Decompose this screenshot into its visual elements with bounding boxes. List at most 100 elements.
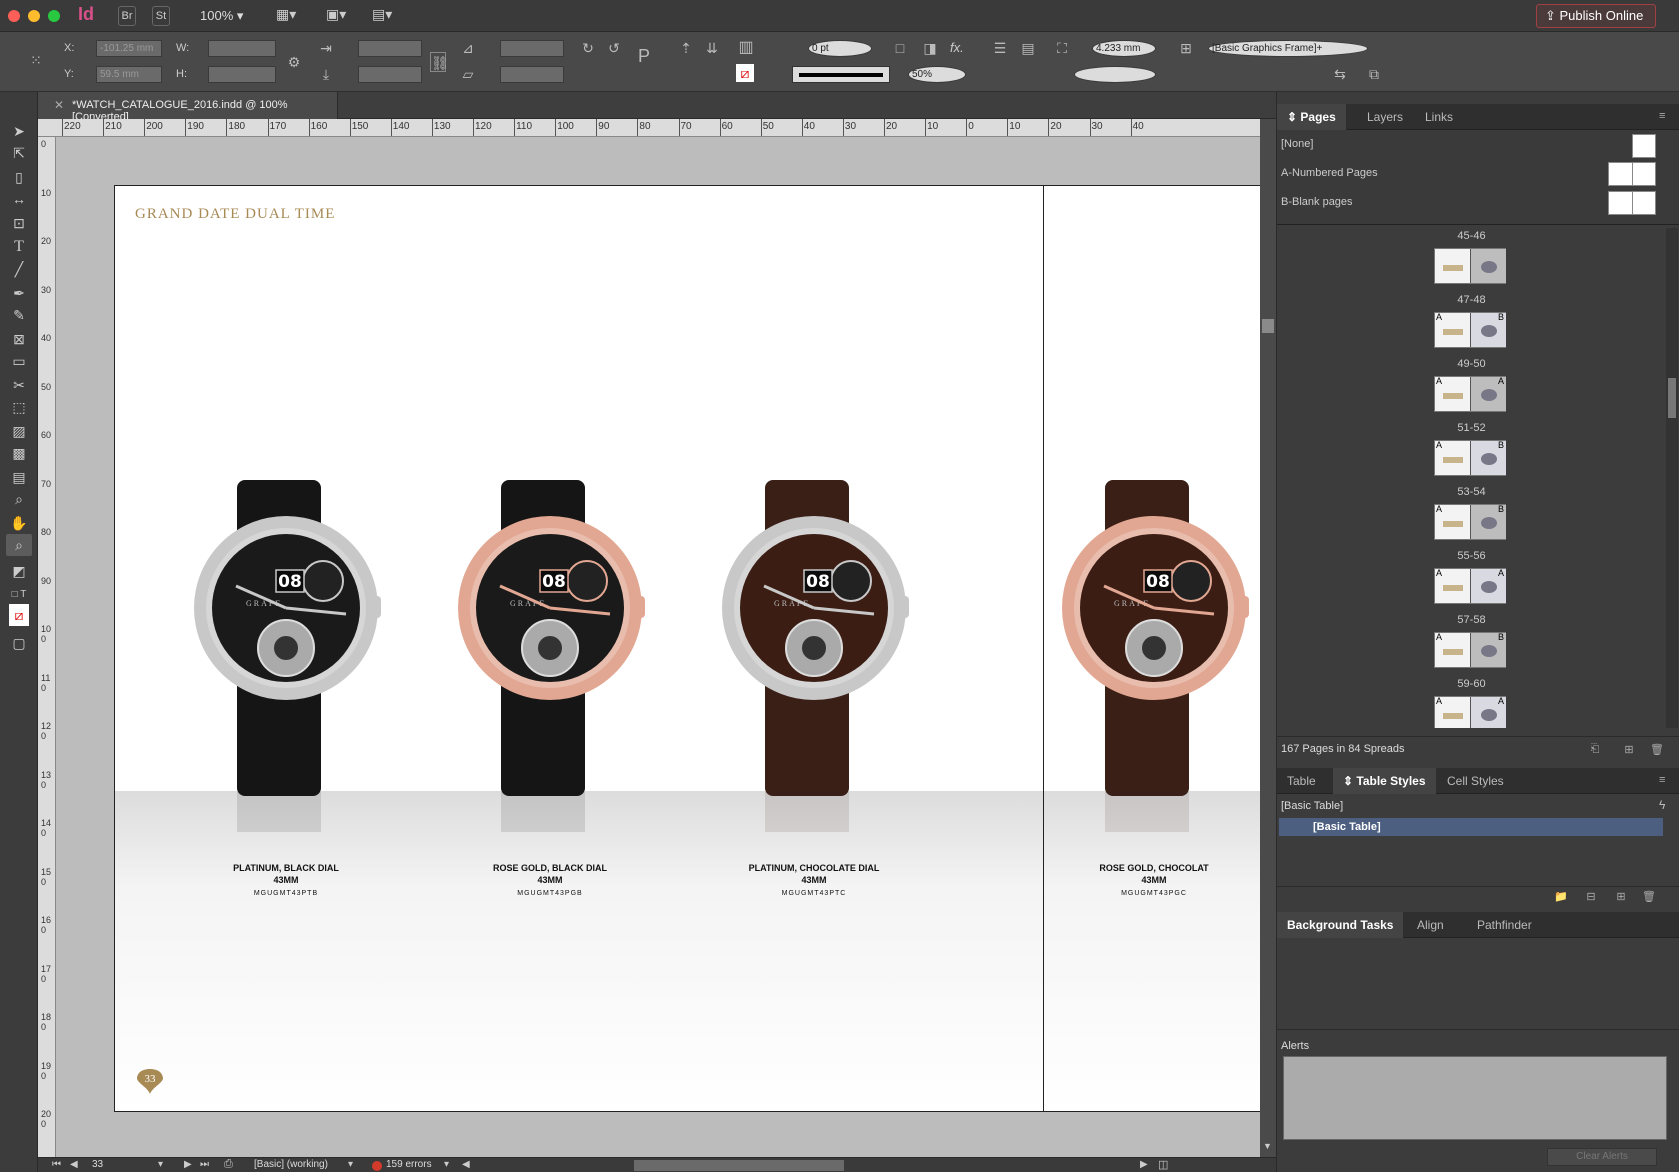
stroke-weight-field[interactable]: 0 pt xyxy=(808,40,872,57)
preflight-errors[interactable]: 159 errors xyxy=(386,1159,432,1170)
page-title[interactable]: GRAND DATE DUAL TIME xyxy=(135,206,335,223)
lightning-icon[interactable]: ϟ xyxy=(1659,798,1665,812)
spread-thumbnail[interactable] xyxy=(1434,248,1506,284)
select-container-icon[interactable]: ⇡ xyxy=(676,38,696,58)
master-b-blank[interactable]: B-Blank pages xyxy=(1281,196,1353,208)
page-number-field[interactable]: 33 xyxy=(92,1159,103,1170)
table-style-row[interactable]: [Basic Table] xyxy=(1279,818,1663,836)
zoom-tool-icon[interactable]: ⌕ xyxy=(6,534,32,556)
select-content-icon[interactable]: ⇊ xyxy=(702,38,722,58)
direct-selection-tool-icon[interactable]: ⇱ xyxy=(6,142,32,164)
delete-style-icon[interactable]: 🗑 xyxy=(1641,890,1657,904)
master-b-thumb[interactable] xyxy=(1608,191,1656,215)
formatting-container-icon[interactable]: □ T xyxy=(6,584,32,606)
watch-image[interactable]: 08GRAFF xyxy=(1049,476,1259,836)
paragraph-icon[interactable]: P xyxy=(634,46,654,66)
gap-tool-icon[interactable]: ↔ xyxy=(6,188,32,210)
pen-tool-icon[interactable]: ✒ xyxy=(6,282,32,304)
rectangle-tool-icon[interactable]: ▭ xyxy=(6,350,32,372)
line-tool-icon[interactable]: ╱ xyxy=(6,258,32,280)
object-style-icon[interactable]: ⊞ xyxy=(1176,38,1196,58)
bridge-button[interactable]: Br xyxy=(118,6,136,26)
scale-x-field[interactable] xyxy=(358,40,422,57)
open-page-icon[interactable]: ⎙ xyxy=(224,1158,233,1171)
previous-page-icon[interactable]: ◀ xyxy=(70,1159,78,1170)
document-tab[interactable]: ✕ *WATCH_CATALOGUE_2016.indd @ 100% [Con… xyxy=(38,92,338,123)
new-group-icon[interactable]: 📁 xyxy=(1553,890,1569,904)
tab-align[interactable]: Align xyxy=(1407,912,1454,938)
master-none[interactable]: [None] xyxy=(1281,138,1313,150)
tab-background-tasks[interactable]: Background Tasks xyxy=(1277,912,1404,938)
panel-menu-icon[interactable]: ≡ xyxy=(1659,110,1665,122)
spread-thumbnail[interactable]: AA xyxy=(1434,568,1506,604)
scissors-tool-icon[interactable]: ✂ xyxy=(6,374,32,396)
vertical-scroll-thumb[interactable] xyxy=(1262,319,1274,333)
close-window-button[interactable] xyxy=(8,10,20,22)
horizontal-ruler[interactable]: 220 210 200 190 180 170 160 150 140 130 120 110 100 9… xyxy=(38,119,1276,137)
screen-mode-tool-icon[interactable]: ▢ xyxy=(6,632,32,654)
spread-thumbnail[interactable]: AA xyxy=(1434,696,1506,728)
clear-overrides-icon[interactable]: ⇆ xyxy=(1330,64,1350,84)
effects-icon[interactable]: ◨ xyxy=(920,38,940,58)
rectangle-frame-tool-icon[interactable]: ⊠ xyxy=(6,328,32,350)
tab-cell-styles[interactable]: Cell Styles xyxy=(1437,768,1514,794)
tab-links[interactable]: Links xyxy=(1415,104,1463,130)
watch-image[interactable]: 08GRAFF xyxy=(445,476,655,836)
stroke-none-icon[interactable]: ⧄ xyxy=(736,64,754,82)
constrain-proportions-icon[interactable]: ⚙ xyxy=(284,52,304,72)
text-wrap-icon[interactable]: ☰ xyxy=(990,38,1010,58)
tab-pages[interactable]: ⇕ Pages xyxy=(1277,104,1346,130)
fitting-icon[interactable]: ⛶ xyxy=(1052,38,1072,58)
spread-thumbnail[interactable]: AB xyxy=(1434,504,1506,540)
tab-table-styles[interactable]: ⇕ Table Styles xyxy=(1333,768,1436,794)
tab-pathfinder[interactable]: Pathfinder xyxy=(1467,912,1542,938)
y-field[interactable]: 59.5 mm xyxy=(96,66,162,83)
scroll-left-icon[interactable]: ◀ xyxy=(462,1159,470,1170)
gradient-swatch-tool-icon[interactable]: ▨ xyxy=(6,420,32,442)
spread-thumbnail[interactable]: AB xyxy=(1434,312,1506,348)
rotate-cw-icon[interactable]: ↻ xyxy=(578,38,598,58)
publish-online-button[interactable]: ⇪ Publish Online xyxy=(1536,4,1656,28)
page-select-chevron-icon[interactable]: ▾ xyxy=(158,1159,163,1170)
link-icon[interactable]: ⛓ xyxy=(430,52,449,72)
rotate-ccw-icon[interactable]: ↺ xyxy=(604,38,624,58)
stock-button[interactable]: St xyxy=(152,6,170,26)
profile-chevron-icon[interactable]: ▾ xyxy=(348,1159,353,1170)
first-page-icon[interactable]: ⏮ xyxy=(52,1159,61,1170)
close-tab-icon[interactable]: ✕ xyxy=(54,98,64,112)
x-field[interactable]: -101.25 mm xyxy=(96,40,162,57)
screen-mode-icon[interactable]: ▣▾ xyxy=(326,6,346,23)
type-tool-icon[interactable]: T xyxy=(6,236,32,258)
clear-alerts-button[interactable]: Clear Alerts xyxy=(1547,1148,1657,1166)
page-tool-icon[interactable]: ▯ xyxy=(6,166,32,188)
clear-override-icon[interactable]: ⊟ xyxy=(1583,890,1599,904)
reference-point-icon[interactable]: ⁙ xyxy=(26,50,46,70)
minimize-window-button[interactable] xyxy=(28,10,40,22)
drop-shadow-icon[interactable]: □ xyxy=(890,38,910,58)
errors-chevron-icon[interactable]: ▾ xyxy=(444,1159,449,1170)
master-none-thumb[interactable] xyxy=(1632,134,1656,158)
fx-button[interactable]: fx. xyxy=(950,40,964,55)
tab-layers[interactable]: Layers xyxy=(1357,104,1413,130)
new-style-icon[interactable]: ⊞ xyxy=(1613,890,1629,904)
pages-scroll-thumb[interactable] xyxy=(1668,378,1676,418)
style-options-icon[interactable]: ⧉ xyxy=(1364,64,1384,84)
opacity-field[interactable]: 50% xyxy=(908,66,966,83)
delete-page-icon[interactable]: 🗑 xyxy=(1649,743,1665,757)
preflight-profile[interactable]: [Basic] (working) xyxy=(254,1159,328,1170)
height-field[interactable] xyxy=(208,66,276,83)
arrange-documents-icon[interactable]: ▤▾ xyxy=(372,6,392,23)
fill-swatch-icon[interactable]: ▥ xyxy=(736,38,756,58)
spread-thumbnail[interactable]: AB xyxy=(1434,440,1506,476)
page-spread[interactable]: GRAND DATE DUAL TIME 33 08 GRAFF PLATINUM,… xyxy=(114,185,1260,1112)
stroke-type-select[interactable] xyxy=(792,66,890,83)
zoom-level-select[interactable]: 100% ▾ xyxy=(200,8,243,24)
fill-stroke-swatches-icon[interactable]: ◩ xyxy=(6,560,32,582)
product-caption[interactable]: ROSE GOLD, BLACK DIAL 43MM MGUGMT43PGB xyxy=(440,862,660,900)
pages-scrollbar[interactable] xyxy=(1666,228,1678,728)
split-window-icon[interactable]: ◫ xyxy=(1158,1158,1168,1171)
master-a-numbered[interactable]: A-Numbered Pages xyxy=(1281,167,1378,179)
new-page-icon[interactable]: ⊞ xyxy=(1621,743,1637,757)
edit-page-size-icon[interactable]: ⎗ xyxy=(1587,743,1603,757)
vertical-ruler[interactable]: 0 10 20 30 40 50 60 70 80 90 100 110 120 130 140 150 160… xyxy=(38,137,56,1157)
